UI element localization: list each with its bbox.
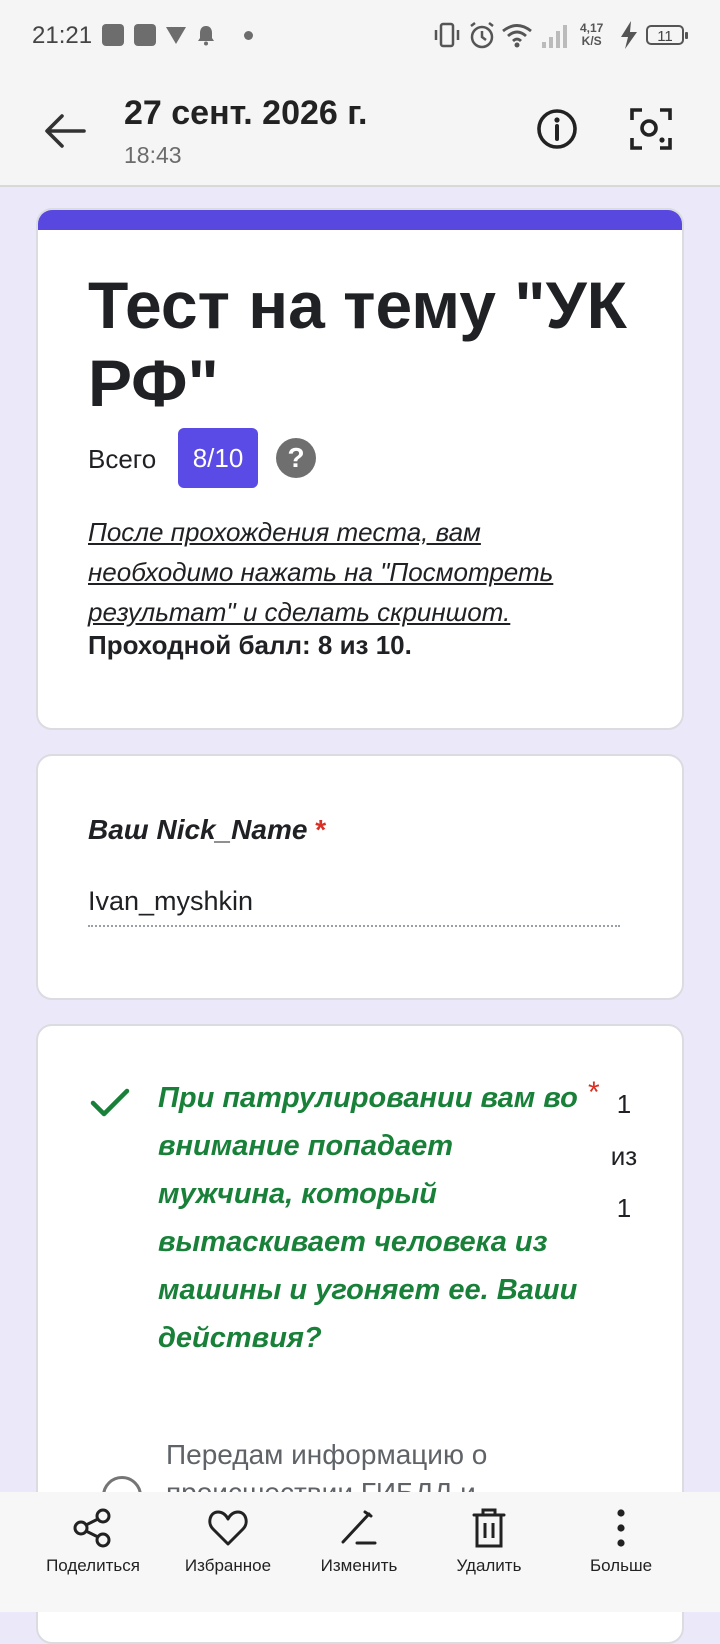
share-button[interactable]: Поделиться (28, 1506, 158, 1576)
pass-score: Проходной балл: 8 из 10. (88, 630, 412, 660)
favorite-button[interactable]: Избранное (163, 1506, 293, 1576)
nickname-label-text: Ваш Nick_Name (88, 814, 308, 845)
alarm-icon (470, 22, 494, 49)
charging-icon (621, 21, 637, 49)
delete-button[interactable]: Удалить (424, 1506, 554, 1576)
bottom-action-bar: Поделиться Избранное Изменить Удалить Бо… (0, 1492, 720, 1612)
bell-icon (198, 26, 214, 46)
form-header-card: Тест на тему "УК РФ" Всего 8/10 ? После … (36, 208, 684, 730)
nickname-card: Ваш Nick_Name * Ivan_myshkin (36, 754, 684, 1000)
status-time: 21:21 (32, 22, 93, 49)
notification-app-icon (102, 24, 124, 46)
edit-label: Изменить (320, 1556, 398, 1575)
delete-label: Удалить (456, 1556, 522, 1575)
notification-app-icon (134, 24, 156, 46)
wifi-icon (502, 24, 532, 48)
question-required-mark: * (588, 1076, 600, 1109)
share-label: Поделиться (46, 1556, 140, 1575)
more-label: Больше (589, 1556, 653, 1575)
more-icon (617, 1509, 625, 1547)
check-icon (90, 1088, 130, 1117)
notification-location-icon (166, 27, 186, 44)
nickname-label: Ваш Nick_Name * (88, 814, 326, 846)
score-badge: 8/10 (178, 428, 258, 488)
favorite-label: Избранное (184, 1556, 272, 1575)
notification-dot (244, 31, 253, 40)
screenshot-time: 18:43 (124, 142, 182, 168)
nickname-field: Ivan_myshkin (88, 886, 620, 927)
back-arrow-icon[interactable] (42, 108, 88, 154)
trash-icon (472, 1508, 506, 1548)
form-title: Тест на тему "УК РФ" (88, 268, 627, 420)
more-button[interactable]: Больше (556, 1506, 686, 1576)
lens-icon[interactable] (628, 106, 674, 152)
question-points: 1 из 1 (610, 1089, 638, 1223)
help-icon[interactable]: ? (276, 438, 316, 478)
required-mark: * (315, 814, 327, 845)
battery-indicator: 11 (646, 25, 688, 45)
app-bar: 27 сент. 2026 г. 18:43 (0, 72, 720, 187)
status-bar: 21:21 4,17 K/S 11 (0, 0, 720, 72)
vibrate-icon (434, 22, 460, 48)
total-label: Всего (88, 444, 157, 474)
question-text: При патрулировании вам во внимание попад… (158, 1082, 578, 1354)
network-speed-unit: K/S (581, 34, 602, 48)
heart-icon (208, 1510, 248, 1546)
edit-icon (341, 1510, 377, 1545)
form-description: После прохождения теста, вам необходимо … (88, 517, 554, 627)
info-icon[interactable] (534, 106, 580, 152)
share-icon (73, 1508, 111, 1548)
edit-button[interactable]: Изменить (294, 1506, 424, 1576)
form-accent-band (38, 210, 682, 230)
network-speed: 4,17 K/S (580, 22, 603, 48)
signal-icon (542, 25, 567, 48)
screenshot-date: 27 сент. 2026 г. (124, 94, 368, 132)
